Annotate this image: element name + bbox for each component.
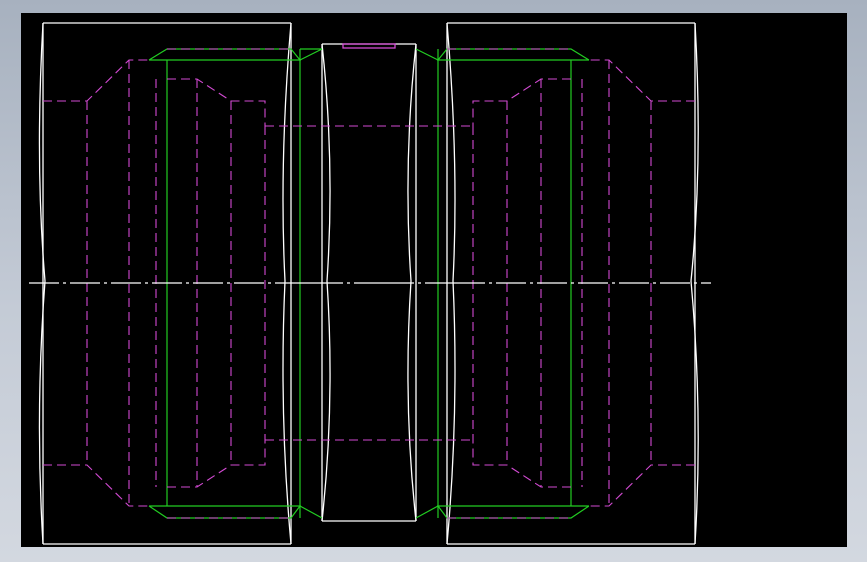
left-hub-inner-profile-lower [282, 280, 292, 545]
left-hidden-outer-step [43, 59, 149, 102]
left-hidden-bore-bottom [167, 440, 266, 488]
right-hidden-outer-step-bottom [589, 464, 695, 507]
left-hub-inner-profile-upper [282, 22, 292, 282]
right-sleeve-link-top [415, 48, 439, 61]
left-chamfer-bottom [148, 505, 302, 519]
right-hidden-bore-bottom [472, 440, 571, 488]
left-sleeve-link-top [299, 48, 323, 61]
right-hidden-bore-top [472, 78, 571, 126]
right-sleeve-link-bottom [415, 505, 439, 519]
right-chamfer-top [436, 48, 590, 61]
right-hidden-outer-step [589, 59, 695, 102]
left-hidden-outer-step-bottom [43, 464, 149, 507]
sleeve-top-marking [342, 43, 396, 49]
cad-viewport[interactable] [21, 13, 847, 547]
left-sleeve-link-bottom [299, 505, 323, 519]
left-hub-outer-profile-lower [38, 280, 46, 545]
left-hub-outer-profile-upper [38, 22, 46, 282]
right-hub-inner-profile-lower [446, 280, 456, 545]
right-chamfer-bottom [436, 505, 590, 519]
left-chamfer-top [148, 48, 302, 61]
drawing-canvas [29, 22, 711, 545]
left-hidden-bore-top [167, 78, 266, 126]
right-hub-inner-profile-upper [446, 22, 456, 282]
